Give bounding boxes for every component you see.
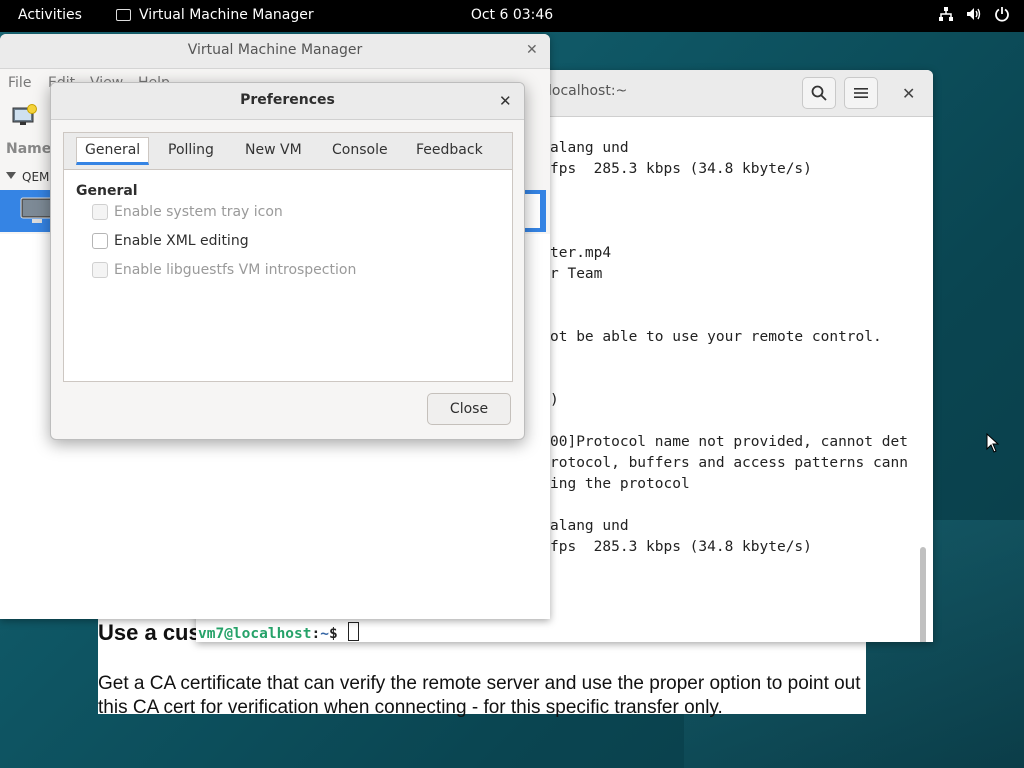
vmm-close-icon[interactable]: ✕ — [526, 42, 538, 58]
prompt-path: ~ — [320, 626, 329, 642]
terminal-line: rotocol, buffers and access patterns can… — [550, 455, 908, 471]
column-name[interactable]: Name — [6, 141, 51, 157]
chevron-down-icon[interactable] — [6, 172, 16, 180]
status-area[interactable] — [938, 6, 1010, 22]
monitor-icon — [20, 197, 54, 223]
xml-editing-checkbox[interactable]: Enable XML editing — [92, 233, 249, 249]
new-vm-icon[interactable] — [12, 104, 38, 128]
preferences-dialog[interactable]: Preferences ✕ General Polling New VM Con… — [50, 82, 525, 440]
terminal-line: fps 285.3 kbps (34.8 kbyte/s) — [550, 539, 812, 555]
preferences-notebook: General Polling New VM Console Feedback … — [63, 132, 513, 382]
terminal-line: r Team — [550, 266, 603, 282]
tab-feedback[interactable]: Feedback — [416, 142, 483, 158]
page-paragraph: Get a CA certificate that can verify the… — [98, 673, 861, 718]
checkbox-box[interactable] — [92, 262, 108, 278]
terminal-line: ter.mp4 — [550, 245, 612, 261]
system-tray-checkbox[interactable]: Enable system tray icon — [92, 204, 283, 220]
page-heading: Use a cus — [98, 620, 201, 645]
preferences-tabs: General Polling New VM Console Feedback — [64, 133, 512, 170]
vmm-title: Virtual Machine Manager — [187, 42, 363, 58]
terminal-title: localhost:~ — [548, 83, 628, 99]
menu-file[interactable]: File — [8, 75, 31, 91]
preferences-title: Preferences — [240, 92, 335, 108]
checkbox-box[interactable] — [92, 204, 108, 220]
mouse-pointer-icon — [986, 433, 1000, 453]
terminal-line: alang und — [550, 518, 629, 534]
gnome-topbar: Activities Virtual Machine Manager Oct 6… — [0, 0, 1024, 32]
checkbox-label: Enable libguestfs VM introspection — [114, 262, 357, 278]
section-title: General — [76, 183, 138, 199]
terminal-menu-button[interactable] — [844, 77, 878, 109]
preferences-titlebar[interactable]: Preferences ✕ — [51, 83, 524, 120]
tab-console[interactable]: Console — [332, 142, 388, 158]
search-icon — [811, 85, 827, 101]
close-button[interactable]: Close — [427, 393, 511, 425]
checkbox-label: Enable XML editing — [114, 233, 249, 249]
prompt-separator: : — [311, 626, 321, 642]
text-cursor — [348, 622, 360, 641]
checkbox-label: Enable system tray icon — [114, 204, 283, 220]
network-icon — [939, 7, 953, 21]
clock[interactable]: Oct 6 03:46 — [0, 7, 1024, 23]
terminal-line: ot be able to use your remote control. — [550, 329, 882, 345]
volume-icon — [967, 8, 981, 20]
libguestfs-checkbox[interactable]: Enable libguestfs VM introspection — [92, 262, 356, 278]
vmm-titlebar[interactable]: Virtual Machine Manager ✕ — [0, 34, 550, 69]
tab-polling[interactable]: Polling — [168, 142, 214, 158]
power-icon — [995, 7, 1009, 22]
terminal-close-icon[interactable]: ✕ — [902, 84, 915, 103]
tab-new-vm[interactable]: New VM — [245, 142, 302, 158]
checkbox-box[interactable] — [92, 233, 108, 249]
tab-general[interactable]: General — [76, 137, 150, 165]
terminal-search-button[interactable] — [802, 77, 836, 109]
preferences-close-icon[interactable]: ✕ — [499, 92, 512, 110]
terminal-line: fps 285.3 kbps (34.8 kbyte/s) — [550, 161, 812, 177]
prompt-user: vm7@localhost — [198, 626, 312, 642]
terminal-scrollbar[interactable] — [920, 547, 926, 642]
prompt-sigil: $ — [328, 626, 347, 642]
terminal-line: ) — [550, 392, 559, 408]
terminal-line: alang und — [550, 140, 629, 156]
hamburger-icon — [854, 88, 868, 98]
terminal-prompt[interactable]: vm7@localhost:~$ — [198, 622, 360, 642]
terminal-line: ing the protocol — [550, 476, 690, 492]
terminal-line: 00]Protocol name not provided, cannot de… — [550, 434, 908, 450]
